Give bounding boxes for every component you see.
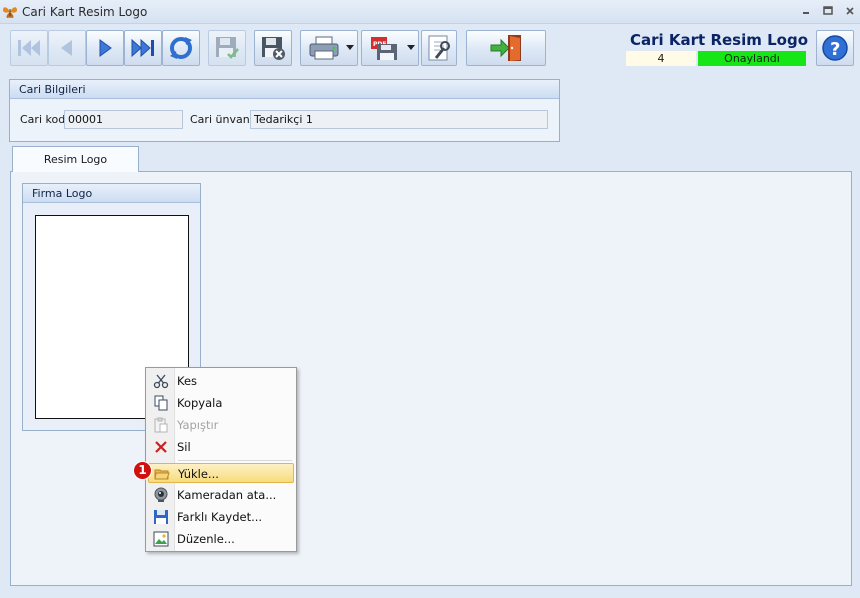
record-number: 4 — [626, 51, 696, 66]
menu-item-sil[interactable]: Sil — [148, 437, 294, 457]
close-icon — [846, 7, 854, 15]
webcam-icon — [154, 487, 168, 502]
print-button[interactable] — [300, 30, 358, 66]
menu-item-farkli-kaydet[interactable]: Farklı Kaydet... — [148, 507, 294, 527]
folder-open-icon — [154, 469, 170, 480]
menu-item-label: Yapıştır — [177, 418, 219, 432]
menu-item-label: Farklı Kaydet... — [177, 510, 263, 524]
cancel-save-button[interactable] — [254, 30, 292, 66]
image-edit-icon — [153, 531, 169, 547]
minimize-button[interactable] — [798, 3, 814, 19]
skip-last-icon — [131, 38, 154, 58]
chevron-down-icon — [407, 45, 415, 50]
skip-first-icon — [18, 40, 40, 56]
last-record-button[interactable] — [124, 30, 162, 66]
scissors-icon — [153, 374, 169, 389]
help-button[interactable]: ? — [816, 30, 854, 66]
cari-kod-field[interactable]: 00001 — [64, 110, 183, 129]
page-title: Cari Kart Resim Logo — [630, 31, 808, 49]
menu-item-label: Kopyala — [177, 396, 223, 410]
menu-separator — [178, 460, 292, 461]
group-title: Firma Logo — [23, 184, 200, 203]
arrow-right-icon — [99, 39, 112, 57]
window-title: Cari Kart Resim Logo — [22, 5, 148, 19]
maximize-icon — [823, 6, 833, 15]
chevron-down-icon — [346, 45, 354, 50]
paste-icon — [154, 417, 168, 433]
floppy-check-icon — [216, 37, 239, 59]
menu-item-yapistir[interactable]: Yapıştır — [148, 415, 294, 435]
menu-item-label: Sil — [177, 440, 191, 454]
menu-item-label: Düzenle... — [177, 532, 235, 546]
save-button[interactable] — [208, 30, 246, 66]
menu-item-label: Yükle... — [178, 467, 219, 481]
delete-x-icon — [155, 441, 167, 453]
menu-item-duzenle[interactable]: Düzenle... — [148, 529, 294, 549]
cari-bilgileri-group: Cari Bilgileri Cari kod 00001 Cari ünvan… — [9, 79, 560, 142]
cari-unvani-field[interactable]: Tedarikçi 1 — [250, 110, 548, 129]
arrow-left-icon — [61, 40, 72, 56]
copy-icon — [154, 395, 168, 411]
context-menu: Kes Kopyala Yapıştır Sil Yükle... Kamera… — [145, 367, 297, 552]
help-icon: ? — [822, 35, 848, 61]
butterfly-icon — [3, 7, 17, 18]
menu-item-kes[interactable]: Kes — [148, 371, 294, 391]
svg-text:?: ? — [830, 39, 840, 60]
printer-icon — [309, 36, 339, 60]
status-badge: Onaylandı — [698, 51, 806, 66]
title-bar: Cari Kart Resim Logo — [0, 0, 860, 24]
maximize-button[interactable] — [820, 3, 836, 19]
minimize-icon — [803, 12, 809, 14]
previous-record-button[interactable] — [48, 30, 86, 66]
menu-item-kameradan-ata[interactable]: Kameradan ata... — [148, 485, 294, 505]
menu-item-label: Kameradan ata... — [177, 488, 277, 502]
cari-unvani-label: Cari ünvanı — [190, 113, 253, 126]
floppy-cancel-icon — [262, 37, 285, 60]
next-record-button[interactable] — [86, 30, 124, 66]
exit-door-icon — [490, 35, 521, 61]
pdf-save-icon: PDF — [371, 37, 397, 60]
wrench-document-icon — [428, 35, 450, 61]
group-title: Cari Bilgileri — [10, 80, 559, 99]
exit-button[interactable] — [466, 30, 546, 66]
cari-kod-label: Cari kod — [20, 113, 66, 126]
refresh-icon — [170, 37, 192, 59]
close-button[interactable] — [842, 3, 858, 19]
menu-item-kopyala[interactable]: Kopyala — [148, 393, 294, 413]
step-annotation-badge: 1 — [133, 461, 152, 480]
refresh-button[interactable] — [162, 30, 200, 66]
menu-item-label: Kes — [177, 374, 198, 388]
tab-resim-logo[interactable]: Resim Logo — [12, 146, 139, 172]
first-record-button[interactable] — [10, 30, 48, 66]
tools-button[interactable] — [421, 30, 457, 66]
floppy-icon — [154, 510, 168, 524]
menu-item-yukle[interactable]: Yükle... — [148, 463, 294, 483]
export-pdf-button[interactable]: PDF — [361, 30, 419, 66]
